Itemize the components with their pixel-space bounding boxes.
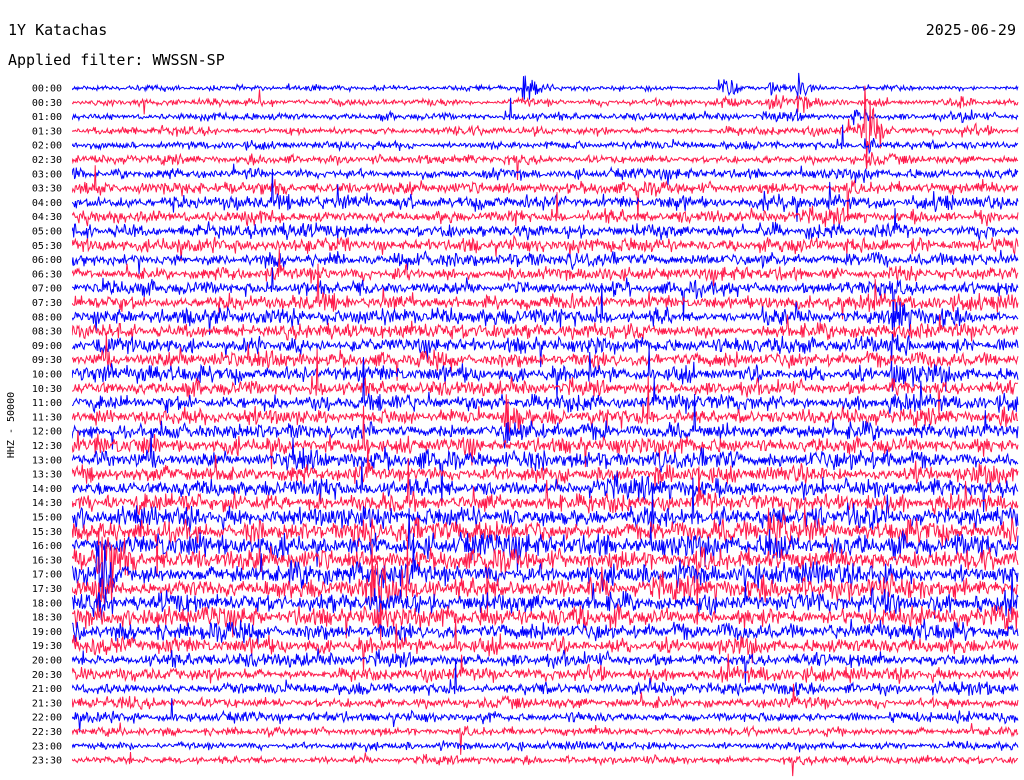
trace-row-0130 [72,85,1019,164]
plot-date: 2025-06-29 [926,21,1016,39]
row-time-label: 09:30 [32,355,62,366]
row-time-label: 14:30 [32,498,62,509]
row-time-label: 06:30 [32,269,62,280]
row-time-label: 00:00 [32,84,62,95]
row-time-label: 23:00 [32,741,62,752]
row-time-label: 22:00 [32,713,62,724]
row-time-label: 22:30 [32,727,62,738]
trace-row-0830 [72,313,1019,342]
row-time-label: 10:30 [32,384,62,395]
trace-row-2300 [72,739,1019,753]
row-time-label: 08:30 [32,327,62,338]
row-time-label: 01:30 [32,126,62,137]
row-time-label: 06:00 [32,255,62,266]
helicorder-plot: 1Y Katachas 2025-06-29 Applied filter: W… [6,21,1019,777]
row-time-label: 00:30 [32,98,62,109]
row-time-label: 08:00 [32,312,62,323]
row-time-label: 04:30 [32,212,62,223]
row-time-label: 15:30 [32,527,62,538]
row-time-label: 16:00 [32,541,62,552]
row-time-label: 12:00 [32,427,62,438]
row-time-label: 10:00 [32,370,62,381]
row-time-labels: 00:00 00:30 01:00 01:30 02:00 02:30 03:00 03:30… [32,84,62,767]
row-time-label: 12:30 [32,441,62,452]
row-time-label: 09:00 [32,341,62,352]
row-time-label: 03:30 [32,184,62,195]
row-time-label: 18:30 [32,613,62,624]
row-time-label: 07:00 [32,284,62,295]
row-time-label: 05:30 [32,241,62,252]
row-time-label: 21:00 [32,684,62,695]
seismic-traces [72,72,1019,777]
row-time-label: 11:30 [32,412,62,423]
row-time-label: 05:00 [32,227,62,238]
row-time-label: 16:30 [32,555,62,566]
row-time-label: 11:00 [32,398,62,409]
trace-row-1930 [72,618,1019,672]
trace-row-1900 [72,618,1019,645]
row-time-label: 14:00 [32,484,62,495]
row-time-label: 19:00 [32,627,62,638]
trace-row-2230 [72,722,1019,755]
trace-row-0500 [72,208,1019,241]
row-time-label: 02:00 [32,141,62,152]
row-time-label: 20:30 [32,670,62,681]
row-time-label: 13:30 [32,470,62,481]
row-time-label: 18:00 [32,598,62,609]
trace-row-0030 [72,89,1019,115]
row-time-label: 19:30 [32,641,62,652]
row-time-label: 17:30 [32,584,62,595]
row-time-label: 23:30 [32,756,62,767]
row-time-label: 03:00 [32,169,62,180]
row-time-label: 20:00 [32,656,62,667]
row-time-label: 17:00 [32,570,62,581]
row-time-label: 02:30 [32,155,62,166]
trace-row-1730 [72,539,1019,641]
row-time-label: 04:00 [32,198,62,209]
trace-row-0300 [72,163,1019,186]
filter-label: Applied filter: WWSSN-SP [8,51,225,69]
row-time-label: 21:30 [32,698,62,709]
trace-row-0930 [72,332,1019,381]
trace-row-0000 [72,72,1019,100]
trace-row-2330 [72,751,1019,777]
row-time-label: 13:00 [32,455,62,466]
row-time-label: 15:00 [32,513,62,524]
y-axis-label: HHZ - 50000 [6,392,17,458]
station-title: 1Y Katachas [8,21,107,39]
row-time-label: 01:00 [32,112,62,123]
trace-row-1300 [72,431,1019,505]
row-time-label: 07:30 [32,298,62,309]
